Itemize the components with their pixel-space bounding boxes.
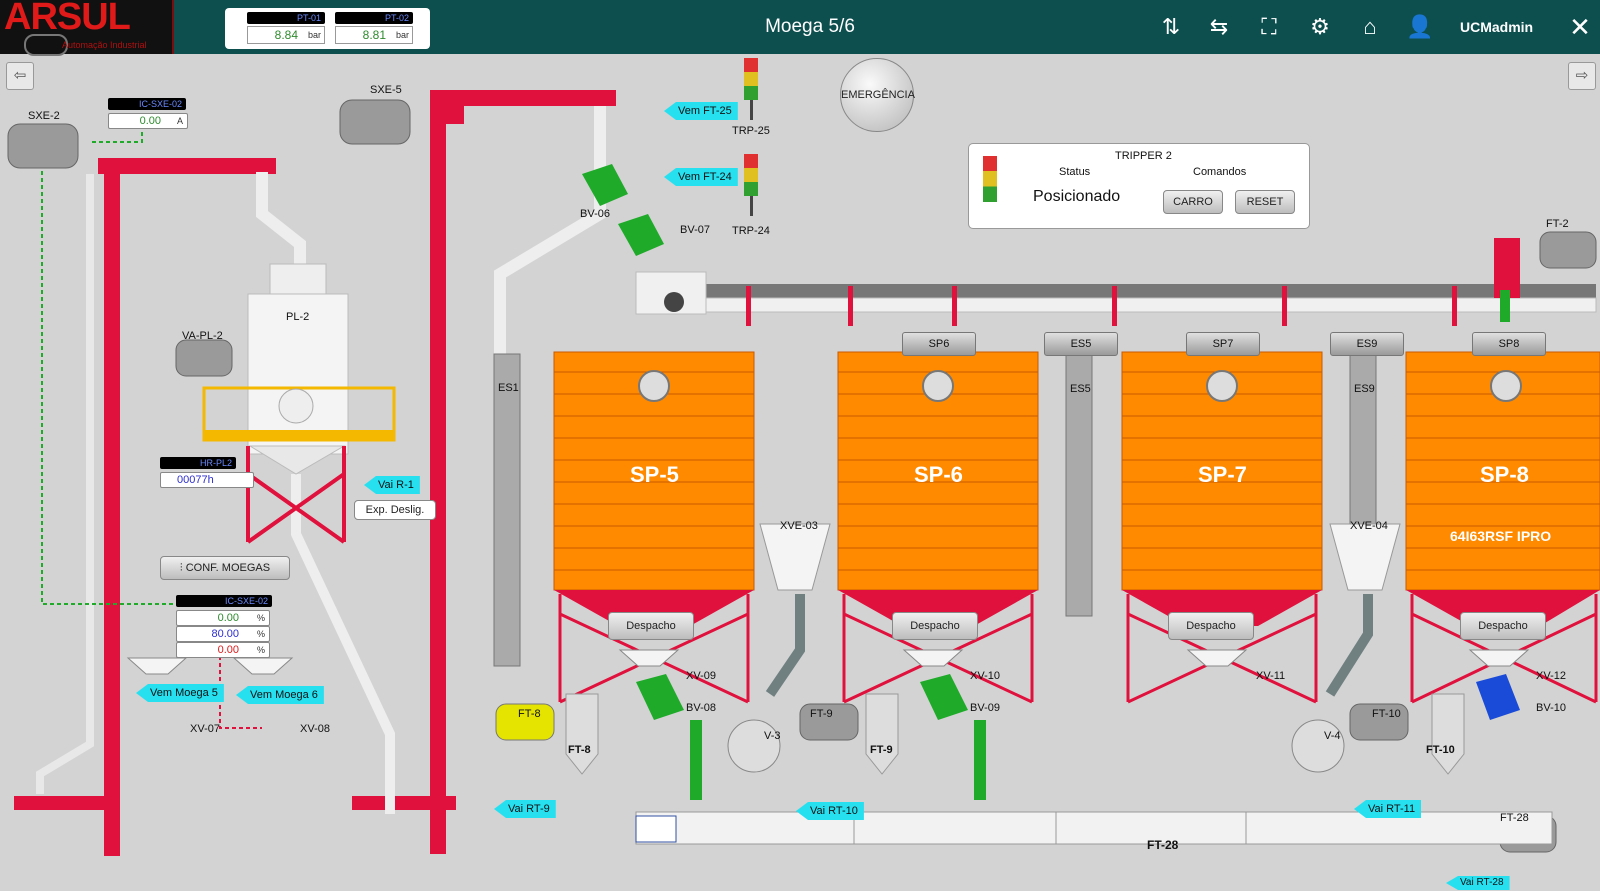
bv06-label: BV-06 bbox=[580, 208, 610, 220]
sp7-header: SP7 bbox=[1186, 332, 1260, 356]
ic-sxe02-value-2: 80.00% bbox=[176, 626, 270, 642]
silo-sp7-name: SP-7 bbox=[1198, 462, 1247, 487]
es5-label: ES5 bbox=[1070, 383, 1091, 395]
xve03-label: XVE-03 bbox=[780, 520, 818, 532]
settings-icon[interactable]: ⚙ bbox=[1305, 12, 1335, 42]
ft8-name: FT-8 bbox=[568, 744, 591, 756]
hr-pl2-tag: HR-PL2 bbox=[160, 457, 236, 469]
user-icon[interactable]: 👤 bbox=[1405, 12, 1435, 42]
v4-label: V-4 bbox=[1324, 730, 1341, 742]
xve04-label: XVE-04 bbox=[1350, 520, 1388, 532]
ft10-label: FT-10 bbox=[1372, 708, 1401, 720]
es1-label: ES1 bbox=[498, 382, 519, 394]
logo-text: ARSUL bbox=[4, 0, 131, 38]
sp8-header: SP8 bbox=[1472, 332, 1546, 356]
dispatch-sp5-button[interactable]: Despacho bbox=[608, 612, 694, 640]
ft9-label: FT-9 bbox=[810, 708, 833, 720]
ft10-name: FT-10 bbox=[1426, 744, 1455, 756]
home-icon[interactable]: ⌂ bbox=[1355, 12, 1385, 42]
silo-sp8-product: 64I63RSF IPRO bbox=[1450, 528, 1552, 544]
sp6-header: SP6 bbox=[902, 332, 976, 356]
xv09-label: XV-09 bbox=[686, 670, 716, 682]
ft9-name: FT-9 bbox=[870, 744, 893, 756]
ic-sxe02-top-value: 0.00 A bbox=[108, 113, 188, 129]
silo-sp5-name: SP-5 bbox=[630, 462, 679, 487]
bv10-label: BV-10 bbox=[1536, 702, 1566, 714]
fullscreen-icon[interactable]: ⛶ bbox=[1254, 12, 1284, 42]
pressure-pt01: PT-01 8.84 bar bbox=[247, 12, 325, 44]
vapl2-label: VA-PL-2 bbox=[182, 330, 223, 342]
trp25-label: TRP-25 bbox=[732, 125, 770, 137]
trp24-label: TRP-24 bbox=[732, 225, 770, 237]
tripper-status-label: Status bbox=[1059, 166, 1091, 178]
route-icon[interactable]: ⇆ bbox=[1204, 12, 1234, 42]
pressure-pt02: PT-02 8.81 bar bbox=[335, 12, 413, 44]
bv07-label: BV-07 bbox=[680, 224, 710, 236]
ic-sxe02-value-1: 0.00% bbox=[176, 610, 270, 626]
pt02-tag: PT-02 bbox=[335, 12, 413, 24]
pt02-value: 8.81 bar bbox=[335, 26, 413, 44]
silo-sp6-name: SP-6 bbox=[914, 462, 963, 487]
pt01-tag: PT-01 bbox=[247, 12, 325, 24]
xv07-label: XV-07 bbox=[190, 723, 220, 735]
ft28-label: FT-28 bbox=[1500, 812, 1529, 824]
pt01-value: 8.84 bar bbox=[247, 26, 325, 44]
xv11-label: XV-11 bbox=[1256, 670, 1286, 682]
hr-pl2-value: 00077h bbox=[160, 472, 254, 488]
xv08-label: XV-08 bbox=[300, 723, 330, 735]
vai-rt10-arrow: Vai RT-10 bbox=[796, 802, 864, 820]
pl2-label: PL-2 bbox=[286, 311, 310, 323]
xv12-label: XV-12 bbox=[1536, 670, 1566, 682]
ft28-conveyor-label: FT-28 bbox=[1147, 838, 1179, 852]
vai-rt9-arrow: Vai RT-9 bbox=[494, 800, 556, 818]
ic-sxe02-value-3: 0.00% bbox=[176, 642, 270, 658]
sxe5-label: SXE-5 bbox=[370, 84, 402, 96]
sort-icon[interactable]: ⇅ bbox=[1156, 12, 1186, 42]
es9-label: ES9 bbox=[1354, 383, 1375, 395]
tripper-commands-label: Comandos bbox=[1193, 166, 1247, 178]
ic-sxe02-top-tag: IC-SXE-02 bbox=[108, 98, 186, 110]
close-icon[interactable]: ✕ bbox=[1565, 12, 1595, 42]
vem-moega5-arrow: Vem Moega 5 bbox=[136, 684, 224, 702]
bv08-label: BV-08 bbox=[686, 702, 716, 714]
v3-label: V-3 bbox=[764, 730, 781, 742]
sxe2-label: SXE-2 bbox=[28, 110, 60, 122]
exp-deslig-label: Exp. Deslig. bbox=[354, 500, 436, 520]
conf-moegas-button[interactable]: ⫶ CONF. MOEGAS bbox=[160, 556, 290, 580]
username: UCMadmin bbox=[1460, 19, 1534, 35]
top-bar: ARSUL Automação Industrial PT-01 8.84 bar… bbox=[0, 0, 1600, 56]
vem-ft24-arrow: Vem FT-24 bbox=[664, 168, 738, 186]
tripper-signal-icon bbox=[983, 156, 997, 202]
tripper-status-value: Posicionado bbox=[1033, 188, 1121, 205]
es5-header: ES5 bbox=[1044, 332, 1118, 356]
company-logo: ARSUL Automação Industrial bbox=[0, 0, 174, 56]
pressure-panel: PT-01 8.84 bar PT-02 8.81 bar bbox=[225, 8, 430, 49]
emergency-button[interactable]: EMERGÊNCIA bbox=[840, 58, 915, 132]
tripper-title: TRIPPER 2 bbox=[1115, 150, 1172, 162]
es9-header: ES9 bbox=[1330, 332, 1404, 356]
reset-button[interactable]: RESET bbox=[1235, 190, 1295, 214]
carro-button[interactable]: CARRO bbox=[1163, 190, 1223, 214]
vem-ft25-arrow: Vem FT-25 bbox=[664, 102, 738, 120]
bv09-label: BV-09 bbox=[970, 702, 1000, 714]
xv10-label: XV-10 bbox=[970, 670, 1000, 682]
tripper-panel: TRIPPER 2 Status Comandos Posicionado CA… bbox=[968, 143, 1310, 229]
logo-subtitle: Automação Industrial bbox=[62, 40, 147, 50]
ft8-label: FT-8 bbox=[518, 708, 541, 720]
ft2-label: FT-2 bbox=[1546, 218, 1569, 230]
silo-sp8-name: SP-8 bbox=[1480, 462, 1529, 487]
vem-moega6-arrow: Vem Moega 6 bbox=[236, 686, 324, 704]
dispatch-sp8-button[interactable]: Despacho bbox=[1460, 612, 1546, 640]
dispatch-sp7-button[interactable]: Despacho bbox=[1168, 612, 1254, 640]
ic-sxe02-bottom-tag: IC-SXE-02 bbox=[176, 595, 272, 607]
dispatch-sp6-button[interactable]: Despacho bbox=[892, 612, 978, 640]
vai-rt28-arrow: Vai RT-28 bbox=[1446, 876, 1510, 890]
page-title: Moega 5/6 bbox=[765, 16, 855, 37]
vai-rt11-arrow: Vai RT-11 bbox=[1354, 800, 1422, 818]
